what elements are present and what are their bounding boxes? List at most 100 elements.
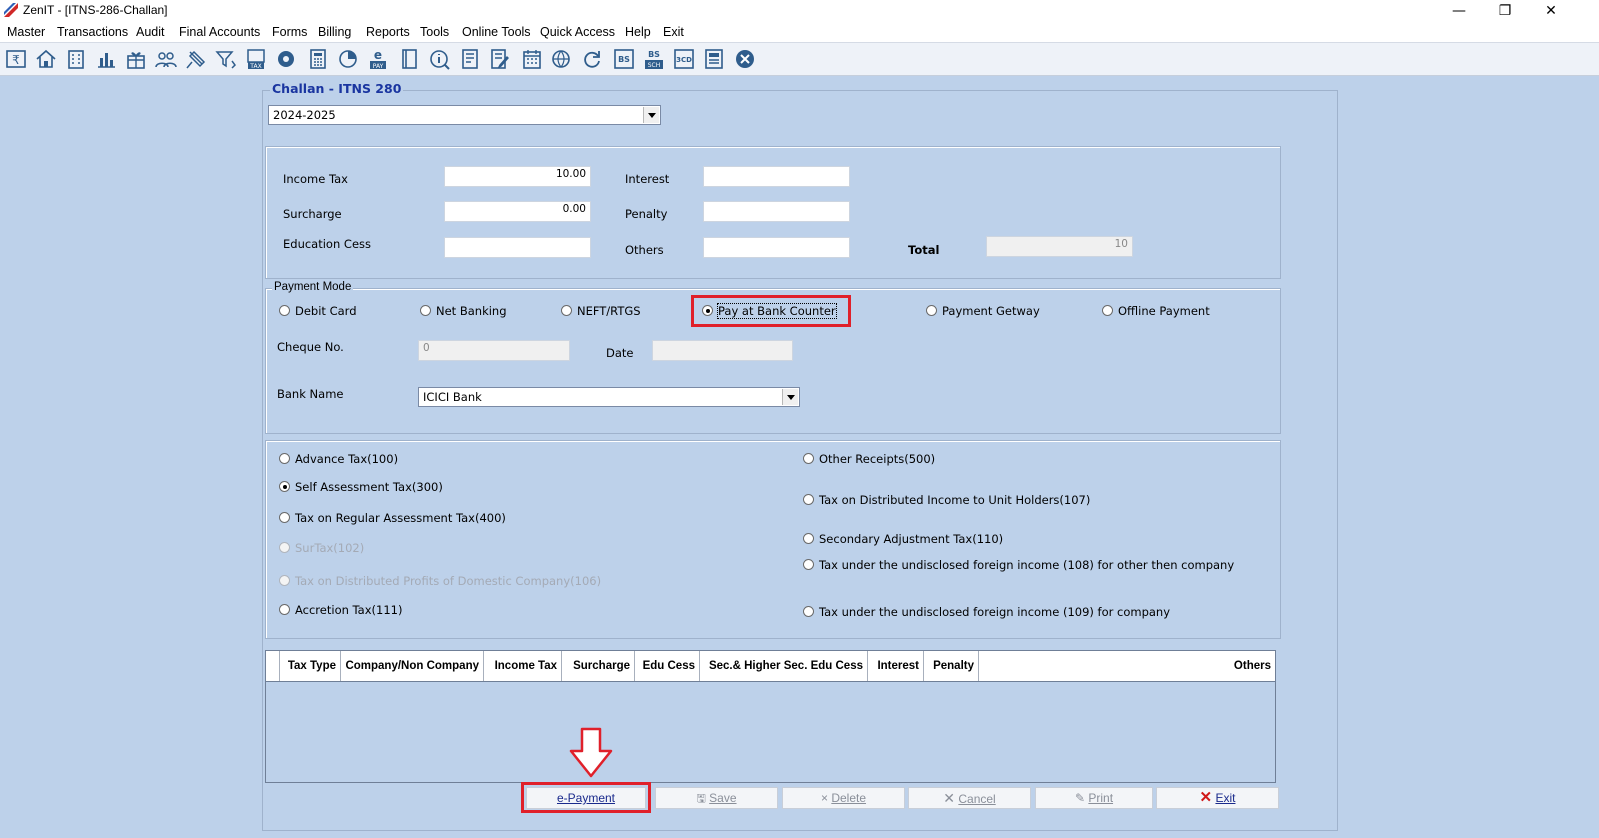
info-icon[interactable] (428, 48, 452, 70)
radio-neft-rtgs[interactable]: NEFT/RTGS (561, 304, 641, 318)
menu-forms[interactable]: Forms (272, 25, 307, 39)
menu-exit[interactable]: Exit (663, 25, 684, 39)
bank-name-select[interactable]: ICICI Bank (418, 387, 800, 407)
surcharge-field[interactable]: 0.00 (444, 201, 591, 222)
eye-icon[interactable] (274, 48, 298, 70)
zenit-logo-icon (4, 3, 18, 17)
grid-col-surcharge[interactable]: Surcharge (562, 651, 635, 681)
menu-help[interactable]: Help (625, 25, 651, 39)
grid-col-penalty[interactable]: Penalty (924, 651, 979, 681)
menu-billing[interactable]: Billing (318, 25, 351, 39)
refresh-icon[interactable] (580, 48, 604, 70)
penalty-field[interactable] (703, 201, 850, 222)
document-icon[interactable] (458, 48, 482, 70)
cheque-no-label: Cheque No. (277, 340, 344, 354)
epay-icon[interactable]: e PAY (366, 48, 390, 70)
svg-text:₹: ₹ (12, 53, 20, 67)
radio-secondary-adjustment-tax[interactable]: Secondary Adjustment Tax(110) (803, 532, 1003, 546)
print-icon: ✎ (1074, 791, 1086, 805)
interest-label: Interest (625, 172, 670, 186)
bar-chart-icon[interactable] (94, 48, 118, 70)
menu-quick-access[interactable]: Quick Access (540, 25, 615, 39)
building-icon[interactable] (64, 48, 88, 70)
chevron-down-icon[interactable] (782, 389, 798, 405)
grid-col-others[interactable]: Others (979, 651, 1275, 681)
grid-col-edu-cess[interactable]: Edu Cess (635, 651, 700, 681)
bank-name-label: Bank Name (277, 387, 344, 401)
radio-regular-assessment-tax[interactable]: Tax on Regular Assessment Tax(400) (279, 511, 506, 525)
radio-payment-getway[interactable]: Payment Getway (926, 304, 1040, 318)
bs-icon-text: BS (618, 55, 630, 64)
radio-distributed-income-unit-holders[interactable]: Tax on Distributed Income to Unit Holder… (803, 493, 1090, 507)
grid-col-company[interactable]: Company/Non Company (341, 651, 484, 681)
radio-pay-at-bank-counter[interactable]: Pay at Bank Counter (702, 303, 837, 319)
edit-document-icon[interactable] (488, 48, 512, 70)
pie-chart-icon[interactable] (336, 48, 360, 70)
year-select[interactable]: 2024-2025 (268, 105, 661, 125)
grid-col-tax-type[interactable]: Tax Type (280, 651, 341, 681)
delete-icon: × (820, 791, 828, 805)
chevron-down-icon[interactable] (643, 107, 659, 123)
grid-header: Tax Type Company/Non Company Income Tax … (266, 651, 1275, 682)
radio-net-banking[interactable]: Net Banking (420, 304, 507, 318)
close-button[interactable]: ✕ (1528, 0, 1574, 22)
cancel-button[interactable]: ✕ Cancel (908, 787, 1031, 809)
epayment-button[interactable]: e-Payment (526, 787, 646, 809)
radio-advance-tax[interactable]: Advance Tax(100) (279, 452, 398, 466)
print-button[interactable]: ✎ Print (1035, 787, 1153, 809)
radio-other-receipts[interactable]: Other Receipts(500) (803, 452, 935, 466)
delete-button[interactable]: × Delete (782, 787, 905, 809)
bs-icon[interactable]: BS (612, 48, 636, 70)
menu-audit[interactable]: Audit (136, 25, 165, 39)
total-field: 10 (986, 236, 1133, 257)
calendar-icon[interactable] (520, 48, 544, 70)
radio-undisclosed-foreign-income-109[interactable]: Tax under the undisclosed foreign income… (803, 605, 1170, 619)
surcharge-label: Surcharge (283, 207, 342, 221)
calculator-icon[interactable] (306, 48, 330, 70)
radio-accretion-tax[interactable]: Accretion Tax(111) (279, 603, 402, 617)
education-cess-label: Education Cess (283, 237, 371, 251)
others-field[interactable] (703, 237, 850, 258)
challan-grid[interactable]: Tax Type Company/Non Company Income Tax … (265, 650, 1276, 783)
grid-col-income-tax[interactable]: Income Tax (484, 651, 562, 681)
grid-col-interest[interactable]: Interest (868, 651, 924, 681)
rupee-ledger-icon[interactable]: ₹ (4, 48, 28, 70)
tax-icon[interactable]: TAX (244, 48, 268, 70)
report-icon[interactable] (702, 48, 726, 70)
menu-tools[interactable]: Tools (420, 25, 449, 39)
down-arrow-annotation-icon (569, 727, 613, 778)
menu-reports[interactable]: Reports (366, 25, 410, 39)
save-button[interactable]: 🖫 Save (655, 787, 778, 809)
gift-icon[interactable] (124, 48, 148, 70)
radio-self-assessment-tax[interactable]: Self Assessment Tax(300) (279, 480, 443, 494)
3cd-icon[interactable]: 3CD (672, 48, 696, 70)
menu-transactions[interactable]: Transactions (57, 25, 128, 39)
minimize-button[interactable]: — (1436, 0, 1482, 22)
close-circle-icon[interactable] (733, 48, 757, 70)
menu-final-accounts[interactable]: Final Accounts (179, 25, 260, 39)
exit-button[interactable]: ✕ Exit (1156, 787, 1279, 809)
filter-icon[interactable] (214, 48, 238, 70)
menu-online-tools[interactable]: Online Tools (462, 25, 531, 39)
grid-col-sec-higher-edu-cess[interactable]: Sec.& Higher Sec. Edu Cess (700, 651, 868, 681)
users-icon[interactable] (154, 48, 178, 70)
book-icon[interactable] (398, 48, 422, 70)
home-icon[interactable] (34, 48, 58, 70)
penalty-label: Penalty (625, 207, 668, 221)
radio-offline-payment[interactable]: Offline Payment (1102, 304, 1210, 318)
tax-icon-text: TAX (249, 63, 261, 70)
restore-button[interactable]: ❐ (1482, 0, 1528, 22)
globe-icon[interactable] (550, 48, 574, 70)
radio-debit-card[interactable]: Debit Card (279, 304, 357, 318)
income-tax-label: Income Tax (283, 172, 348, 186)
income-tax-field[interactable]: 10.00 (444, 166, 591, 187)
menu-master[interactable]: Master (7, 25, 45, 39)
sch-icon-text: SCH (648, 62, 661, 69)
education-cess-field[interactable] (444, 237, 591, 258)
panel-title: Challan - ITNS 280 (270, 81, 404, 96)
bs-sch-icon[interactable]: BS SCH (642, 48, 666, 70)
date-field (652, 340, 793, 361)
pin-icon[interactable] (184, 48, 208, 70)
interest-field[interactable] (703, 166, 850, 187)
radio-undisclosed-foreign-income-108[interactable]: Tax under the undisclosed foreign income… (803, 558, 1234, 572)
